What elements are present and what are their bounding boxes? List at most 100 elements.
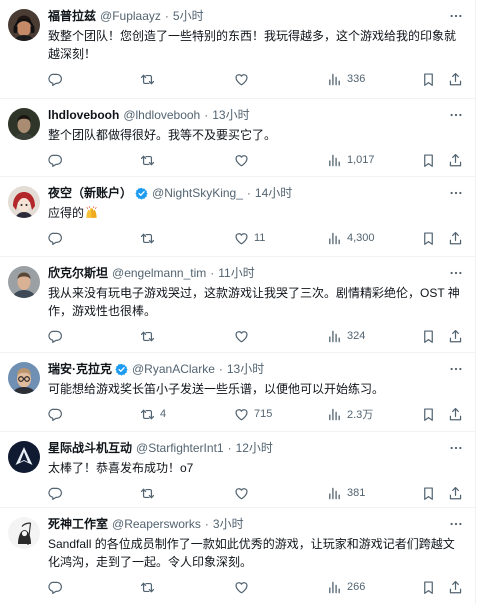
display-name[interactable]: 瑞安·克拉克 [48, 360, 112, 378]
avatar[interactable] [8, 108, 40, 140]
bookmark-button[interactable] [421, 69, 436, 89]
reply-icon [48, 486, 63, 501]
reply-button[interactable] [48, 404, 63, 424]
bookmark-button[interactable] [421, 150, 436, 170]
tweet-header: 瑞安·克拉克 @RyanAClarke · 13小时 [48, 360, 475, 378]
timestamp[interactable]: 11小时 [218, 264, 254, 282]
more-options-button[interactable] [449, 9, 463, 23]
tweet-text: 致整个团队！您创造了一些特别的东西！我玩得越多，这个游戏给我的印象就 越深刻！ [48, 27, 475, 63]
timestamp[interactable]: 12小时 [236, 439, 273, 457]
separator-dot: · [164, 9, 169, 23]
retweet-button[interactable] [140, 483, 155, 503]
user-handle[interactable]: @lhdlovebooh [123, 106, 200, 124]
share-button[interactable] [448, 69, 463, 89]
views-button[interactable]: 324 [327, 326, 365, 346]
views-button[interactable]: 4,300 [327, 228, 375, 248]
retweet-button[interactable] [140, 228, 155, 248]
more-options-icon [449, 266, 463, 280]
avatar[interactable] [8, 517, 40, 549]
retweet-button[interactable] [140, 326, 155, 346]
retweet-button[interactable]: 4 [140, 404, 166, 424]
like-button[interactable]: 715 [234, 404, 272, 424]
display-name[interactable]: 欣克尔斯坦 [48, 264, 108, 282]
share-button[interactable] [448, 483, 463, 503]
views-button[interactable]: 266 [327, 577, 365, 597]
bookmark-button[interactable] [421, 404, 436, 424]
tweet[interactable]: 瑞安·克拉克 @RyanAClarke · 13小时 可能想给游戏奖长笛小子发送… [0, 353, 475, 432]
tweet[interactable]: lhdlovebooh @lhdlovebooh · 13小时 整个团队都做得很… [0, 99, 475, 177]
bookmark-icon [421, 407, 436, 422]
like-button[interactable] [234, 150, 249, 170]
share-button[interactable] [448, 577, 463, 597]
timestamp[interactable]: 14小时 [255, 184, 292, 202]
more-options-button[interactable] [449, 186, 463, 200]
timestamp[interactable]: 13小时 [212, 106, 249, 124]
display-name[interactable]: 死神工作室 [48, 515, 108, 533]
display-name[interactable]: 星际战斗机互动 [48, 439, 132, 457]
timestamp[interactable]: 3小时 [213, 515, 244, 533]
share-button[interactable] [448, 326, 463, 346]
tweet[interactable]: 欣克尔斯坦 @engelmann_tim · 11小时 我从来没有玩电子游戏哭过… [0, 257, 475, 353]
reply-button[interactable] [48, 228, 63, 248]
tweet-text: 我从来没有玩电子游戏哭过，这款游戏让我哭了三次。剧情精彩绝伦，OST 神 作，游… [48, 284, 475, 320]
tweet[interactable]: 夜空（新账户） @NightSkyKing_ · 14小时 应得的 11 4,3… [0, 177, 475, 257]
verified-badge-icon [135, 187, 148, 200]
more-options-button[interactable] [449, 441, 463, 455]
bookmark-button[interactable] [421, 228, 436, 248]
tweet-text-line: 太棒了！恭喜发布成功！o7 [48, 461, 194, 475]
retweet-icon [140, 329, 155, 344]
retweet-button[interactable] [140, 577, 155, 597]
like-button[interactable] [234, 326, 249, 346]
avatar[interactable] [8, 9, 40, 41]
avatar[interactable] [8, 186, 40, 218]
tweet-header: 夜空（新账户） @NightSkyKing_ · 14小时 [48, 184, 475, 202]
like-button[interactable]: 11 [234, 228, 265, 248]
tweet[interactable]: 星际战斗机互动 @StarfighterInt1 · 12小时 太棒了！恭喜发布… [0, 432, 475, 508]
avatar[interactable] [8, 362, 40, 394]
display-name[interactable]: lhdlovebooh [48, 106, 119, 124]
timestamp[interactable]: 5小时 [173, 7, 204, 25]
share-button[interactable] [448, 228, 463, 248]
more-options-button[interactable] [449, 517, 463, 531]
bookmark-button[interactable] [421, 483, 436, 503]
user-handle[interactable]: @RyanAClarke [132, 360, 215, 378]
display-name[interactable]: 福普拉兹 [48, 7, 96, 25]
reply-button[interactable] [48, 150, 63, 170]
more-options-button[interactable] [449, 108, 463, 122]
like-button[interactable] [234, 69, 249, 89]
user-handle[interactable]: @NightSkyKing_ [152, 184, 243, 202]
separator-dot: · [204, 108, 209, 122]
user-handle[interactable]: @engelmann_tim [112, 264, 206, 282]
bookmark-button[interactable] [421, 326, 436, 346]
tweet[interactable]: 福普拉兹 @Fuplaayz · 5小时 致整个团队！您创造了一些特别的东西！我… [0, 0, 475, 99]
user-handle[interactable]: @Reapersworks [112, 515, 201, 533]
reply-button[interactable] [48, 483, 63, 503]
reply-button[interactable] [48, 69, 63, 89]
share-button[interactable] [448, 404, 463, 424]
views-button[interactable]: 336 [327, 69, 365, 89]
avatar[interactable] [8, 441, 40, 473]
like-button[interactable] [234, 483, 249, 503]
verified-badge-image [135, 187, 148, 200]
user-handle[interactable]: @Fuplaayz [100, 7, 161, 25]
views-button[interactable]: 381 [327, 483, 365, 503]
retweet-button[interactable] [140, 150, 155, 170]
views-chart-icon [327, 153, 342, 168]
reply-button[interactable] [48, 326, 63, 346]
bookmark-button[interactable] [421, 577, 436, 597]
user-handle[interactable]: @StarfighterInt1 [136, 439, 224, 457]
more-options-button[interactable] [449, 362, 463, 376]
views-button[interactable]: 2.3万 [327, 404, 373, 424]
tweet[interactable]: 死神工作室 @Reapersworks · 3小时 Sandfall 的各位成员… [0, 508, 475, 604]
avatar[interactable] [8, 266, 40, 298]
share-button[interactable] [448, 150, 463, 170]
retweet-button[interactable] [140, 69, 155, 89]
timestamp[interactable]: 13小时 [227, 360, 264, 378]
retweet-icon [140, 580, 155, 595]
views-button[interactable]: 1,017 [327, 150, 375, 170]
share-icon [448, 329, 463, 344]
more-options-button[interactable] [449, 266, 463, 280]
display-name[interactable]: 夜空（新账户） [48, 184, 132, 202]
like-button[interactable] [234, 577, 249, 597]
reply-button[interactable] [48, 577, 63, 597]
